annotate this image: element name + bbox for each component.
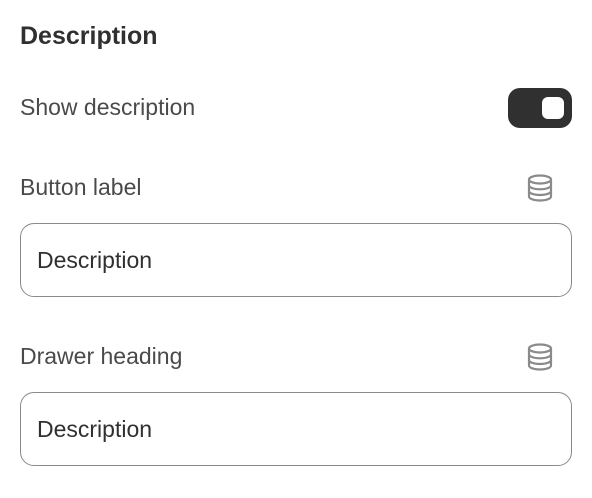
database-icon[interactable] bbox=[524, 341, 556, 373]
drawer-heading-input[interactable] bbox=[20, 392, 572, 466]
description-settings-panel: Description Show description Button labe… bbox=[0, 0, 592, 498]
show-description-label: Show description bbox=[20, 94, 196, 120]
drawer-heading-label: Drawer heading bbox=[20, 343, 183, 369]
show-description-toggle[interactable] bbox=[508, 88, 572, 128]
toggle-knob bbox=[542, 97, 564, 119]
button-label-input[interactable] bbox=[20, 223, 572, 297]
button-label-label: Button label bbox=[20, 174, 142, 200]
section-title: Description bbox=[20, 22, 158, 50]
database-icon[interactable] bbox=[524, 172, 556, 204]
